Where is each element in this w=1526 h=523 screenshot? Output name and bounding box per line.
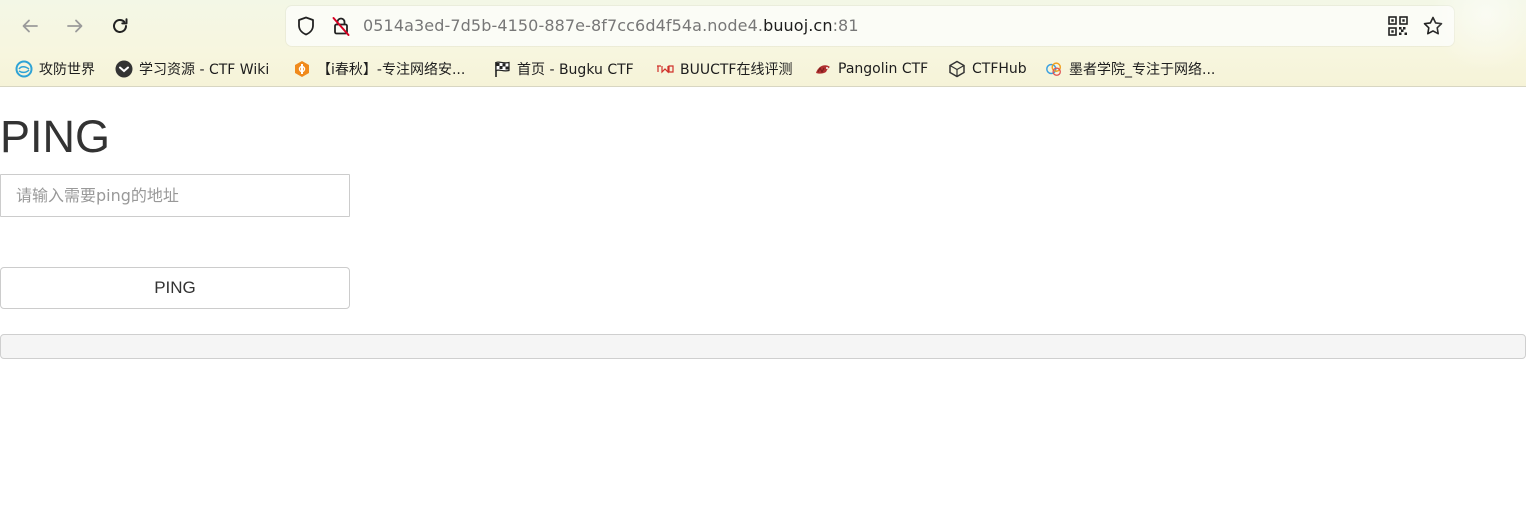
browser-toolbar: 0514a3ed-7d5b-4150-887e-8f7cc6d4f54a.nod… [0, 0, 1526, 87]
bookmark-label: CTFHub [972, 61, 1027, 77]
bookmarks-bar: 攻防世界 学习资源 - CTF Wiki 【i春秋】-专注网络安... 首页 -… [0, 56, 1526, 82]
bookmark-gongfang-shijie[interactable]: 攻防世界 [15, 56, 95, 82]
bookmark-bugku[interactable]: 首页 - Bugku CTF [493, 56, 634, 82]
ichunqiu-icon [293, 60, 311, 78]
ping-result-output [0, 334, 1526, 359]
reload-icon [113, 18, 128, 33]
forward-button[interactable] [59, 10, 91, 42]
bookmark-label: 攻防世界 [39, 62, 95, 78]
insecure-lock-icon[interactable] [330, 15, 352, 37]
ctfhub-cube-icon [948, 60, 966, 78]
bookmark-ctfhub[interactable]: CTFHub [948, 56, 1027, 82]
bookmark-ctf-wiki[interactable]: 学习资源 - CTF Wiki [115, 56, 269, 82]
pangolin-icon [814, 60, 832, 78]
bookmark-label: 首页 - Bugku CTF [517, 62, 634, 78]
url-text[interactable]: 0514a3ed-7d5b-4150-887e-8f7cc6d4f54a.nod… [363, 16, 859, 35]
ctf-wiki-icon [115, 60, 133, 78]
bookmark-label: 【i春秋】-专注网络安... [317, 62, 466, 78]
ping-button[interactable]: PING [0, 267, 350, 309]
url-port: :81 [832, 16, 859, 35]
globe-swirl-icon [15, 60, 33, 78]
bookmark-ichunqiu[interactable]: 【i春秋】-专注网络安... [293, 56, 465, 82]
arrow-right-icon [67, 19, 83, 33]
ping-address-input[interactable] [0, 174, 350, 217]
buuctf-icon [656, 60, 674, 78]
page-title: PING [0, 111, 111, 162]
star-bookmark-icon[interactable] [1422, 15, 1444, 37]
bookmark-label: BUUCTF在线评测 [680, 62, 793, 78]
shield-icon[interactable] [295, 15, 317, 37]
bookmark-buuctf[interactable]: BUUCTF在线评测 [656, 56, 792, 82]
address-bar[interactable]: 0514a3ed-7d5b-4150-887e-8f7cc6d4f54a.nod… [286, 6, 1454, 46]
reload-button[interactable] [104, 10, 136, 42]
back-button[interactable] [14, 10, 46, 42]
bookmark-mozhe[interactable]: 墨者学院_专注于网络... [1045, 56, 1215, 82]
bookmark-label: 墨者学院_专注于网络... [1069, 62, 1216, 78]
bookmark-label: 学习资源 - CTF Wiki [139, 62, 270, 78]
arrow-left-icon [22, 19, 38, 33]
qr-code-icon[interactable] [1388, 16, 1408, 36]
bookmark-pangolin[interactable]: Pangolin CTF [814, 56, 928, 82]
url-host: buuoj.cn [763, 16, 833, 35]
mozhe-cloud-icon [1045, 60, 1063, 78]
url-subdomain: 0514a3ed-7d5b-4150-887e-8f7cc6d4f54a.nod… [363, 16, 764, 35]
bookmark-label: Pangolin CTF [838, 61, 929, 77]
checkered-flag-icon [493, 60, 511, 78]
